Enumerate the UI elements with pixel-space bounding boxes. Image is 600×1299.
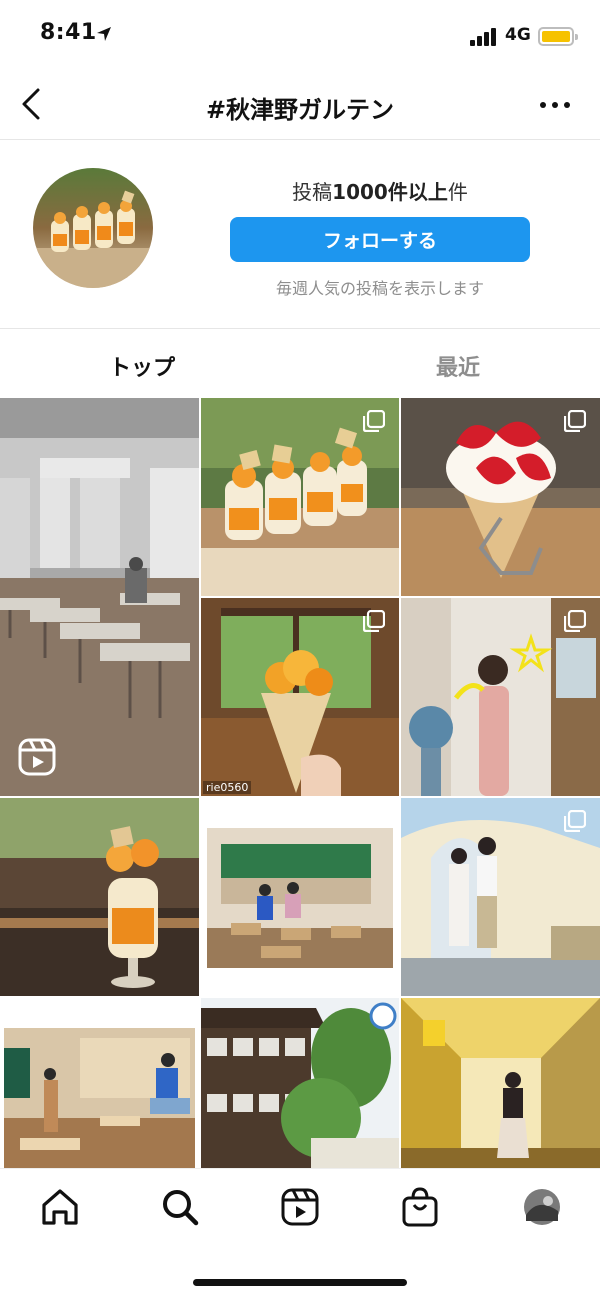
grid-post[interactable]: [201, 998, 399, 1168]
grid-post[interactable]: rie0560: [201, 598, 399, 796]
post-image: [0, 998, 199, 1168]
tab-top[interactable]: トップ: [0, 350, 292, 382]
post-image: [401, 998, 600, 1168]
post-count-prefix: 投稿: [292, 180, 333, 204]
follow-button[interactable]: フォローする: [230, 217, 530, 262]
post-count-suffix: 件: [447, 180, 468, 204]
reels-icon: [18, 738, 56, 776]
reels-icon[interactable]: [278, 1185, 322, 1229]
page-title: #秋津野ガルテン: [205, 96, 395, 124]
tab-recent[interactable]: 最近: [308, 350, 600, 382]
post-image: [0, 798, 199, 996]
post-count: 投稿1000件以上件: [230, 176, 530, 205]
grid-post[interactable]: [0, 998, 199, 1168]
grid-post[interactable]: [401, 598, 600, 796]
hashtag-avatar: [33, 168, 153, 288]
post-grid: rie0560: [0, 398, 600, 1168]
grid-post[interactable]: [201, 398, 399, 596]
home-icon[interactable]: [38, 1185, 82, 1229]
bottom-navigation: [0, 1168, 600, 1299]
weekly-top-posts-note: 毎週人気の投稿を表示します: [275, 279, 484, 298]
profile-avatar[interactable]: [520, 1185, 564, 1229]
home-indicator: [193, 1279, 407, 1286]
carousel-icon: [363, 410, 385, 432]
feed-tabs: トップ 最近: [0, 330, 600, 396]
grid-post[interactable]: [201, 798, 399, 996]
carousel-icon: [363, 610, 385, 632]
cellular-signal-icon: [470, 28, 498, 46]
grid-post[interactable]: [401, 398, 600, 596]
status-bar: 8:41 4G: [0, 0, 600, 72]
hashtag-profile: 投稿1000件以上件 フォローする 毎週人気の投稿を表示します: [0, 141, 600, 329]
search-icon[interactable]: [158, 1185, 202, 1229]
user-tag: rie0560: [203, 781, 252, 794]
post-count-value: 1000件以上: [332, 180, 448, 204]
grid-post[interactable]: [401, 998, 600, 1168]
carousel-icon: [564, 410, 586, 432]
post-image: [0, 398, 199, 796]
carousel-icon: [564, 810, 586, 832]
battery-icon: [538, 27, 578, 46]
grid-post[interactable]: [0, 398, 199, 796]
post-image: [201, 998, 399, 1168]
location-arrow-icon: [97, 27, 111, 41]
shop-icon[interactable]: [398, 1185, 442, 1229]
network-type: 4G: [505, 25, 531, 45]
grid-post[interactable]: [401, 798, 600, 996]
status-time: 8:41: [40, 20, 97, 45]
grid-post[interactable]: [0, 798, 199, 996]
post-image: [201, 798, 399, 996]
hashtag-header: #秋津野ガルテン: [0, 72, 600, 140]
carousel-icon: [564, 610, 586, 632]
more-options-icon[interactable]: [540, 102, 570, 110]
